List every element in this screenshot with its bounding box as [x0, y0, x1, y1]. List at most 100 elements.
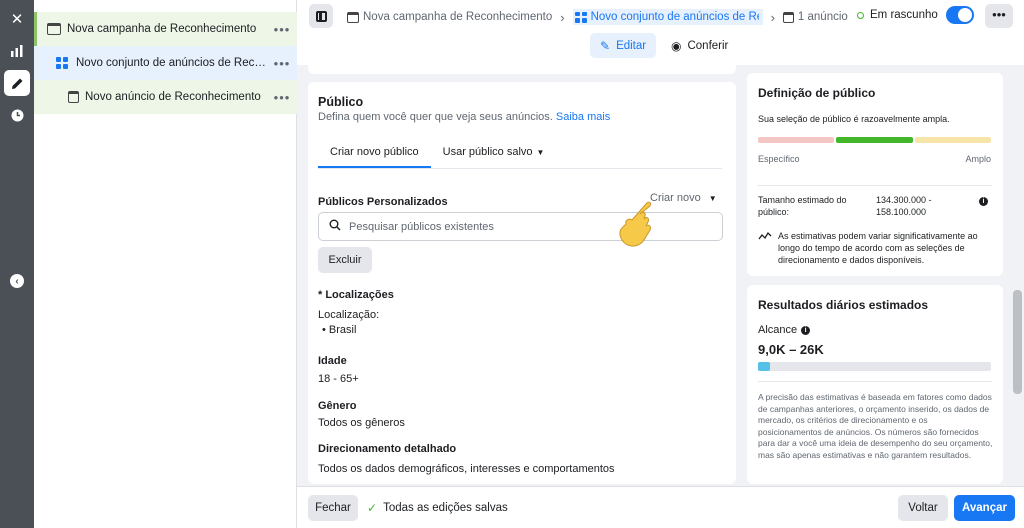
- folder-icon: [347, 11, 359, 23]
- draft-status: Em rascunho: [857, 9, 938, 21]
- adset-grid-icon: [574, 11, 587, 23]
- ad-document-icon: [782, 11, 794, 23]
- clock-icon[interactable]: [4, 102, 30, 128]
- caret-down-icon: ▼: [536, 148, 545, 157]
- age-label: Idade: [318, 355, 347, 367]
- checkmark-icon: ✓: [367, 501, 378, 515]
- scrollbar-thumb[interactable]: [1013, 290, 1022, 394]
- back-button[interactable]: Voltar: [898, 495, 948, 521]
- scrollbar-track[interactable]: [1011, 65, 1024, 485]
- gender-value: Todos os gêneros: [318, 417, 405, 429]
- pointing-hand-icon: [619, 201, 651, 247]
- info-icon[interactable]: i: [979, 197, 988, 206]
- tree-item-adset[interactable]: Novo conjunto de anúncios de Reconhecime…: [34, 46, 297, 80]
- locations-label: * Localizações: [318, 289, 394, 301]
- edit-mode-label: Editar: [616, 39, 647, 52]
- custom-audiences-label: Públicos Personalizados: [318, 196, 448, 208]
- location-sublabel: Localização:: [318, 309, 380, 321]
- definition-subtitle: Sua seleção de público é razoavelmente a…: [758, 114, 950, 124]
- campaign-tree: Nova campanha de Reconhecimento ••• Novo…: [34, 0, 297, 528]
- search-audiences-input[interactable]: Pesquisar públicos existentes: [318, 212, 723, 241]
- divider: [758, 185, 992, 186]
- section-description-text: Defina quem você quer que veja seus anún…: [318, 111, 553, 123]
- age-value: 18 - 65+: [318, 373, 359, 385]
- scale-left-label: Específico: [758, 154, 800, 164]
- tab-create-new-audience[interactable]: Criar novo público: [318, 138, 431, 168]
- estimated-results-card: Resultados diários estimados Alcance i 9…: [747, 285, 1003, 484]
- card-title: Resultados diários estimados: [758, 298, 929, 312]
- tabs-divider: [318, 168, 722, 169]
- sidebar-toggle-icon: [315, 10, 327, 22]
- breadcrumb-campaign[interactable]: Nova campanha de Reconhecimento: [363, 11, 552, 23]
- breadcrumb-adset[interactable]: Novo conjunto de anúncios de Reconhecime…: [572, 9, 763, 25]
- close-icon[interactable]: ✕: [4, 6, 30, 32]
- create-new-dropdown[interactable]: Criar novo ▼: [650, 192, 717, 204]
- learn-more-link[interactable]: Saiba mais: [556, 111, 610, 123]
- reach-bar-fill: [758, 362, 770, 371]
- trend-line-icon: [758, 231, 772, 240]
- caret-down-icon: ▼: [708, 193, 717, 203]
- breadcrumb-adset-label: Novo conjunto de anúncios de Reconhecime…: [590, 11, 759, 23]
- audience-tabs: Criar novo público Usar público salvo ▼: [318, 138, 556, 168]
- gender-label: Gênero: [318, 400, 357, 412]
- review-mode-label: Conferir: [687, 39, 729, 52]
- tree-item-campaign[interactable]: Nova campanha de Reconhecimento •••: [34, 12, 297, 46]
- search-placeholder: Pesquisar públicos existentes: [349, 220, 494, 233]
- status-label: Em rascunho: [870, 9, 938, 21]
- divider: [758, 381, 992, 382]
- tree-item-label: Novo anúncio de Reconhecimento: [85, 91, 261, 103]
- reach-label: Alcance i: [758, 324, 811, 336]
- collapse-chevron-icon[interactable]: ‹: [10, 274, 24, 288]
- publish-toggle[interactable]: [946, 6, 974, 24]
- meter-broad-segment: [915, 137, 991, 143]
- edit-mode-button[interactable]: ✎ Editar: [590, 33, 657, 58]
- previous-section-card: [308, 60, 736, 74]
- breadcrumb-ads[interactable]: 1 anúncio: [798, 11, 848, 23]
- panel-toggle-button[interactable]: [309, 4, 333, 28]
- top-bar: Nova campanha de Reconhecimento › Novo c…: [297, 0, 1024, 65]
- more-options-button[interactable]: •••: [985, 4, 1013, 28]
- card-title: Definição de público: [758, 86, 876, 100]
- saved-status: ✓ Todas as edições salvas: [367, 501, 508, 515]
- more-options-icon[interactable]: •••: [267, 56, 297, 71]
- folder-icon: [47, 23, 61, 35]
- chevron-right-icon: ›: [770, 9, 775, 25]
- detailed-targeting-value: Todos os dados demográficos, interesses …: [318, 463, 615, 475]
- detailed-targeting-label: Direcionamento detalhado: [318, 443, 457, 455]
- info-icon[interactable]: i: [801, 325, 811, 335]
- pencil-icon: ✎: [600, 38, 611, 53]
- audience-breadth-meter: [758, 137, 991, 143]
- reach-value: 9,0K – 26K: [758, 342, 824, 357]
- close-button[interactable]: Fechar: [308, 495, 358, 521]
- reach-label-text: Alcance: [758, 324, 798, 336]
- ad-document-icon: [68, 91, 79, 103]
- adset-grid-icon: [56, 57, 70, 69]
- chart-icon[interactable]: [4, 38, 30, 64]
- meter-ideal-segment: [836, 137, 913, 143]
- location-value: • Brasil: [322, 324, 357, 336]
- status-dot-icon: [857, 11, 864, 19]
- more-options-icon[interactable]: •••: [267, 90, 297, 105]
- scale-right-label: Amplo: [965, 154, 991, 164]
- edit-pencil-icon[interactable]: [4, 70, 30, 96]
- saved-status-text: Todas as edições salvas: [383, 502, 508, 514]
- tree-item-ad[interactable]: Novo anúncio de Reconhecimento •••: [34, 80, 297, 114]
- audience-size-value: 134.300.000 - 158.100.000: [876, 195, 932, 217]
- audience-card: Público Defina quem você quer que veja s…: [308, 82, 736, 484]
- estimate-note: As estimativas podem variar significativ…: [778, 231, 978, 265]
- section-description: Defina quem você quer que veja seus anún…: [318, 111, 610, 123]
- tab-use-saved-audience[interactable]: Usar público salvo ▼: [431, 138, 557, 168]
- left-rail: ✕ ‹: [0, 0, 34, 528]
- tree-item-label: Novo conjunto de anúncios de Reconhecime…: [76, 57, 267, 69]
- tree-item-label: Nova campanha de Reconhecimento: [67, 23, 257, 35]
- create-new-label: Criar novo: [650, 192, 701, 204]
- audience-definition-card: Definição de público Sua seleção de públ…: [747, 73, 1003, 276]
- exclude-button[interactable]: Excluir: [318, 247, 372, 273]
- more-options-icon[interactable]: •••: [267, 22, 297, 37]
- review-mode-button[interactable]: ◉ Conferir: [665, 33, 734, 58]
- next-button[interactable]: Avançar: [954, 495, 1015, 521]
- tab-label: Usar público salvo: [442, 146, 533, 158]
- chevron-right-icon: ›: [560, 9, 565, 25]
- audience-size-label: Tamanho estimado do público:: [758, 195, 847, 217]
- meter-specific-segment: [758, 137, 834, 143]
